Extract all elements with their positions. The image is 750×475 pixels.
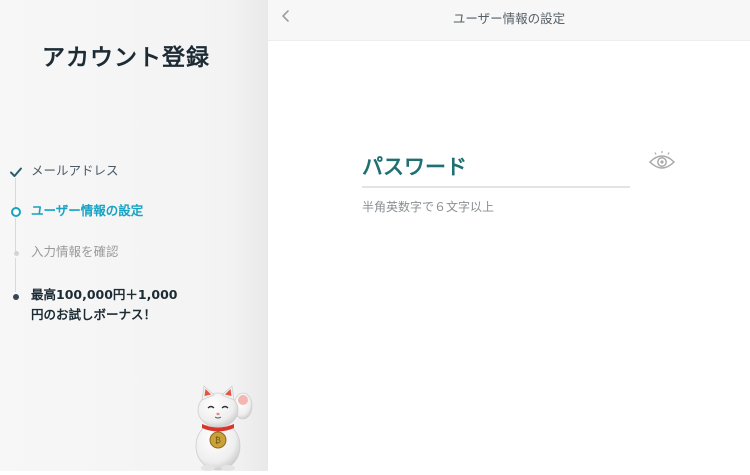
header-bar: ユーザー情報の設定 (268, 0, 750, 41)
password-input[interactable] (362, 148, 630, 188)
sidebar: アカウント登録 メールアドレス ユーザー情報の設定 入力情報を確認 最高100,… (0, 0, 268, 471)
page-title: ユーザー情報の設定 (452, 11, 566, 26)
step-label: 入力情報を確認 (31, 244, 119, 259)
lucky-cat-mascot: ₿ (188, 384, 258, 471)
pending-step-dot (9, 246, 23, 260)
step-user-info: ユーザー情報の設定 (0, 202, 200, 222)
show-password-button[interactable] (648, 151, 676, 177)
svg-text:₿: ₿ (215, 436, 221, 445)
step-label: メールアドレス (31, 163, 119, 178)
step-bonus: 最高100,000円＋1,000円のお試しボーナス！ (0, 285, 200, 345)
password-hint: 半角英数字で６文字以上 (362, 200, 495, 214)
step-confirm: 入力情報を確認 (0, 243, 200, 263)
step-email: メールアドレス (0, 162, 200, 182)
check-icon (9, 165, 23, 179)
bonus-step-dot (9, 290, 23, 304)
step-label: ユーザー情報の設定 (31, 203, 144, 218)
current-step-dot (9, 205, 23, 219)
eye-icon (648, 151, 676, 177)
password-field (362, 148, 630, 190)
step-label: 最高100,000円＋1,000円のお試しボーナス！ (31, 287, 178, 322)
